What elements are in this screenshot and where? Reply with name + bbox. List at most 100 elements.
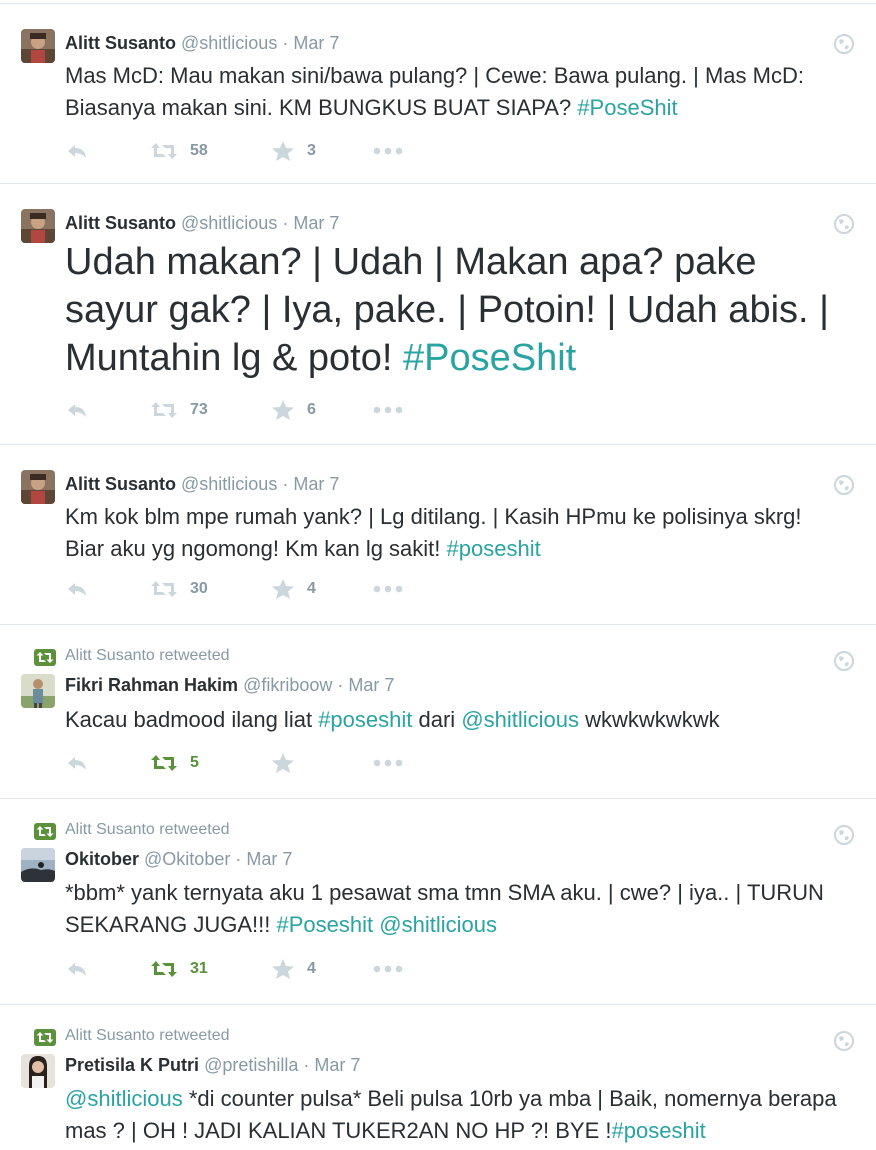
timestamp[interactable]: Mar 7 (314, 1055, 360, 1075)
text-segment: dari (418, 707, 456, 732)
retweeted-by-label[interactable]: Alitt Susanto retweeted (65, 1027, 230, 1045)
reply-icon (68, 757, 86, 770)
retweet-button[interactable]: 73 (150, 397, 208, 423)
retweeted-by-label[interactable]: Alitt Susanto retweeted (65, 647, 230, 665)
timestamp[interactable]: Mar 7 (293, 33, 339, 53)
star-icon (272, 141, 294, 161)
fullname[interactable]: Alitt Susanto (65, 33, 176, 53)
separator: · (235, 849, 242, 869)
tweet[interactable]: Alitt Susanto retweeted Fikri Rahman Hak… (0, 625, 876, 799)
hashtag-link[interactable]: #PoseShit (403, 337, 576, 379)
tweet-text: *bbm* yank ternyata aku 1 pesawat sma tm… (65, 877, 846, 941)
tweet-header: Pretisila K Putri @pretishilla · Mar 7 (65, 1054, 360, 1076)
username[interactable]: @shitlicious (181, 33, 277, 53)
tweet-actions: 31 4 (65, 956, 856, 982)
mention-link[interactable]: @shitlicious (379, 912, 497, 937)
more-button[interactable] (373, 397, 403, 423)
retweet-icon (151, 402, 177, 418)
username[interactable]: @Okitober (144, 849, 230, 869)
favorite-button[interactable]: 4 (271, 956, 316, 982)
mention-link[interactable]: @shitlicious (65, 1086, 183, 1111)
favorite-button[interactable] (271, 750, 295, 776)
tweet-header: Alitt Susanto @shitlicious · Mar 7 (65, 473, 339, 495)
globe-icon (834, 475, 854, 495)
hashtag-link[interactable]: #PoseShit (577, 95, 677, 120)
more-button[interactable] (373, 138, 403, 164)
tweet-header: Fikri Rahman Hakim @fikriboow · Mar 7 (65, 674, 394, 696)
avatar[interactable] (21, 29, 55, 63)
more-button[interactable] (373, 576, 403, 602)
retweet-button[interactable]: 58 (150, 138, 208, 164)
tweet-text: Udah makan? | Udah | Makan apa? pake say… (65, 238, 846, 382)
mention-link[interactable]: @shitlicious (461, 707, 579, 732)
username[interactable]: @pretishilla (204, 1055, 298, 1075)
avatar[interactable] (21, 1054, 55, 1088)
fullname[interactable]: Okitober (65, 849, 139, 869)
username[interactable]: @shitlicious (181, 474, 277, 494)
tweet[interactable]: Alitt Susanto @shitlicious · Mar 7 Udah … (0, 184, 876, 445)
tweet-actions: 58 3 (65, 138, 856, 164)
avatar[interactable] (21, 674, 55, 708)
reply-button[interactable] (65, 397, 89, 423)
retweet-context: Alitt Susanto retweeted (0, 821, 876, 841)
more-dots-icon (373, 585, 403, 593)
avatar[interactable] (21, 209, 55, 243)
tweet-text: Km kok blm mpe rumah yank? | Lg ditilang… (65, 501, 846, 565)
timestamp[interactable]: Mar 7 (246, 849, 292, 869)
separator: · (337, 675, 344, 695)
reply-button[interactable] (65, 576, 89, 602)
hashtag-link[interactable]: #poseshit (318, 707, 412, 732)
reply-button[interactable] (65, 750, 89, 776)
reply-button[interactable] (65, 956, 89, 982)
tweet-text: Mas McD: Mau makan sini/bawa pulang? | C… (65, 60, 846, 124)
favorite-count: 4 (307, 960, 316, 977)
more-button[interactable] (373, 956, 403, 982)
retweet-count: 30 (190, 580, 208, 597)
fullname[interactable]: Pretisila K Putri (65, 1055, 199, 1075)
retweet-count: 73 (190, 401, 208, 418)
fullname[interactable]: Fikri Rahman Hakim (65, 675, 238, 695)
text-segment: Kacau badmood ilang liat (65, 707, 313, 732)
username[interactable]: @shitlicious (181, 213, 277, 233)
hashtag-link[interactable]: #poseshit (612, 1118, 706, 1143)
avatar[interactable] (21, 470, 55, 504)
reply-button[interactable] (65, 138, 89, 164)
timestamp[interactable]: Mar 7 (348, 675, 394, 695)
favorite-button[interactable]: 4 (271, 576, 316, 602)
tweet-header: Okitober @Okitober · Mar 7 (65, 848, 292, 870)
favorite-count: 4 (307, 580, 316, 597)
tweet[interactable]: Alitt Susanto @shitlicious · Mar 7 Mas M… (0, 4, 876, 184)
favorite-button[interactable]: 6 (271, 397, 316, 423)
fullname[interactable]: Alitt Susanto (65, 474, 176, 494)
separator: · (282, 213, 289, 233)
username[interactable]: @fikriboow (243, 675, 332, 695)
star-icon (272, 753, 294, 773)
more-button[interactable] (373, 750, 403, 776)
favorite-count: 6 (307, 401, 316, 418)
tweet[interactable]: Alitt Susanto retweeted Okitober @Okitob… (0, 799, 876, 1005)
tweet-text: Kacau badmood ilang liat #poseshit dari … (65, 704, 846, 736)
globe-icon (834, 651, 854, 671)
more-dots-icon (373, 759, 403, 767)
retweet-button[interactable]: 5 (150, 750, 199, 776)
globe-icon (834, 34, 854, 54)
tweet[interactable]: Alitt Susanto @shitlicious · Mar 7 Km ko… (0, 445, 876, 625)
hashtag-link[interactable]: #poseshit (447, 536, 541, 561)
timestamp[interactable]: Mar 7 (293, 213, 339, 233)
timestamp[interactable]: Mar 7 (293, 474, 339, 494)
retweet-button[interactable]: 30 (150, 576, 208, 602)
fullname[interactable]: Alitt Susanto (65, 213, 176, 233)
retweet-context: Alitt Susanto retweeted (0, 647, 876, 667)
reply-icon (68, 404, 86, 417)
avatar[interactable] (21, 848, 55, 882)
separator: · (282, 33, 289, 53)
retweet-button[interactable]: 31 (150, 956, 208, 982)
tweet-header: Alitt Susanto @shitlicious · Mar 7 (65, 212, 339, 234)
tweet[interactable]: Alitt Susanto retweeted Pretisila K Putr… (0, 1005, 876, 1150)
favorite-button[interactable]: 3 (271, 138, 316, 164)
tweet-actions: 5 (65, 750, 856, 776)
text-segment: Mas McD: Mau makan sini/bawa pulang? | C… (65, 63, 804, 120)
retweeted-by-label[interactable]: Alitt Susanto retweeted (65, 821, 230, 839)
hashtag-link[interactable]: #Poseshit (277, 912, 374, 937)
tweet-actions: 73 6 (65, 397, 856, 423)
